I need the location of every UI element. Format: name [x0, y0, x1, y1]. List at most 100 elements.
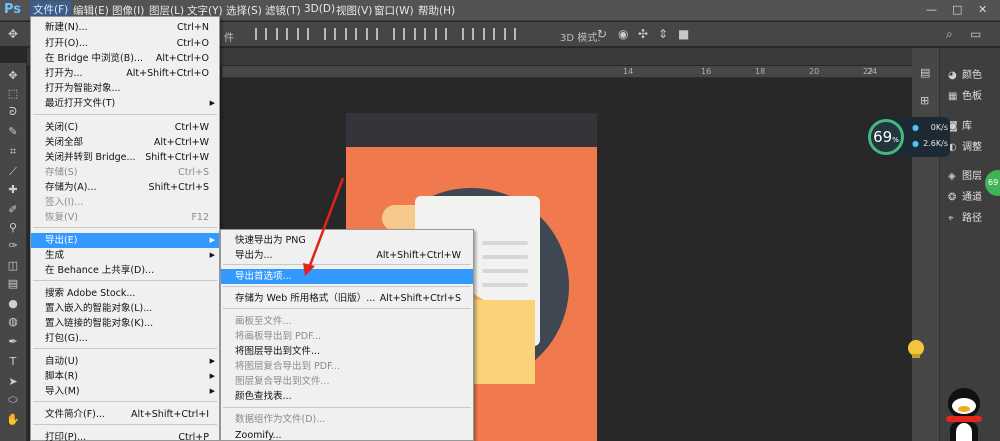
blur-tool-icon[interactable]: ●	[5, 297, 21, 311]
menu-3d[interactable]: 3D(D)	[304, 3, 335, 15]
export-menu-item-layers-to-files[interactable]: 将图层导出到文件...	[221, 344, 473, 359]
export-menu-item-artboards-to-pdf[interactable]: 将画板导出到 PDF...	[221, 329, 473, 344]
submenu-arrow-icon: ▶	[209, 357, 215, 365]
file-menu-item-export[interactable]: 导出(E) ▶	[31, 233, 219, 248]
export-menu-item-artboards-to-files[interactable]: 画板至文件...	[221, 314, 473, 329]
search-icon[interactable]: ⌕	[946, 27, 953, 42]
file-menu-item-automate[interactable]: 自动(U) ▶	[31, 354, 219, 369]
file-menu-item-close-all[interactable]: 关闭全部 Alt+Ctrl+W	[31, 135, 219, 150]
distribute-top-icon[interactable]	[393, 28, 405, 40]
maximize-button[interactable]: □	[952, 3, 962, 16]
file-menu-item-save[interactable]: 存储(S) Ctrl+S	[31, 165, 219, 180]
file-menu-item-share-behance[interactable]: 在 Behance 上共享(D)...	[31, 263, 219, 278]
export-menu-item-export-as[interactable]: 导出为... Alt+Shift+Ctrl+W	[221, 248, 473, 263]
align-top-icon[interactable]	[324, 28, 336, 40]
export-menu-item-layer-comps-to-files[interactable]: 图层复合导出到文件...	[221, 374, 473, 389]
crop-tool-icon[interactable]: ⌗	[5, 145, 21, 159]
file-menu-item-open[interactable]: 打开(O)... Ctrl+O	[31, 36, 219, 51]
panel-channels[interactable]: ❂ 通道	[948, 188, 982, 203]
panel-arrange-icon[interactable]: ▤	[920, 66, 930, 79]
distribute-bottom-icon[interactable]	[435, 28, 447, 40]
export-menu-item-color-lookup-tables[interactable]: 颜色查找表...	[221, 389, 473, 404]
quick-select-tool-icon[interactable]: ✎	[5, 125, 21, 139]
gradient-tool-icon[interactable]: ▤	[5, 277, 21, 291]
file-menu-item-scripts[interactable]: 脚本(R) ▶	[31, 369, 219, 384]
file-menu-item-close[interactable]: 关闭(C) Ctrl+W	[31, 120, 219, 135]
align-left-icon[interactable]	[255, 28, 267, 40]
file-menu-item-print[interactable]: 打印(P)... Ctrl+P	[31, 430, 219, 441]
file-menu-item-import[interactable]: 导入(M) ▶	[31, 384, 219, 399]
3d-scale-icon[interactable]: ■	[678, 27, 689, 41]
file-menu-item-package[interactable]: 打包(G)...	[31, 331, 219, 346]
file-menu-item-recent-files[interactable]: 最近打开文件(T) ▶	[31, 96, 219, 111]
align-middle-icon[interactable]	[345, 28, 357, 40]
export-menu-item-zoomify[interactable]: Zoomify...	[221, 428, 473, 441]
file-menu-item-open-smart-object[interactable]: 打开为智能对象...	[31, 81, 219, 96]
hand-tool-icon[interactable]: ✋	[5, 413, 21, 427]
properties-icon[interactable]: ⊞	[920, 94, 929, 107]
dodge-tool-icon[interactable]: ◍	[5, 315, 21, 329]
pen-tool-icon[interactable]: ✒	[5, 335, 21, 349]
type-tool-icon[interactable]: T	[5, 355, 21, 369]
distribute-middle-icon[interactable]	[414, 28, 426, 40]
file-menu-item-place-embedded[interactable]: 置入嵌入的智能对象(L)...	[31, 301, 219, 316]
align-center-icon[interactable]	[276, 28, 288, 40]
align-right-icon[interactable]	[297, 28, 309, 40]
history-brush-tool-icon[interactable]: ✑	[5, 239, 21, 253]
path-select-tool-icon[interactable]: ➤	[5, 375, 21, 389]
export-menu-item-quick-export-png[interactable]: 快速导出为 PNG	[221, 233, 473, 248]
file-menu-item-new[interactable]: 新建(N)... Ctrl+N	[31, 20, 219, 35]
menu-item-label: 画板至文件...	[235, 316, 292, 327]
workspace-icon[interactable]: ▭	[970, 27, 981, 41]
3d-rotate-icon[interactable]: ↻	[597, 27, 607, 41]
distribute-left-icon[interactable]	[462, 28, 474, 40]
qq-penguin-icon[interactable]	[944, 388, 984, 441]
file-menu-item-close-go-bridge[interactable]: 关闭并转到 Bridge... Shift+Ctrl+W	[31, 150, 219, 165]
file-menu-item-generate[interactable]: 生成 ▶	[31, 248, 219, 263]
marquee-tool-icon[interactable]: ⬚	[5, 87, 21, 101]
file-menu-item-revert[interactable]: 恢复(V) F12	[31, 210, 219, 225]
export-menu-item-export-preferences[interactable]: 导出首选项...	[221, 269, 473, 284]
file-menu-item-open-as[interactable]: 打开为... Alt+Shift+Ctrl+O	[31, 66, 219, 81]
file-menu-item-browse-bridge[interactable]: 在 Bridge 中浏览(B)... Alt+Ctrl+O	[31, 51, 219, 66]
file-menu-item-check-in[interactable]: 签入(I)...	[31, 195, 219, 210]
3d-roll-icon[interactable]: ◉	[618, 27, 628, 41]
distribute-right-icon[interactable]	[504, 28, 516, 40]
distribute-center-icon[interactable]	[483, 28, 495, 40]
panel-swatches[interactable]: ▦ 色板	[948, 87, 982, 102]
shape-tool-icon[interactable]: ⬭	[5, 393, 21, 407]
panel-color[interactable]: ◕ 颜色	[948, 66, 982, 81]
lasso-tool-icon[interactable]: ᘐ	[5, 105, 21, 119]
eyedropper-tool-icon[interactable]: ⟋	[5, 165, 21, 179]
file-menu-item-file-info[interactable]: 文件简介(F)... Alt+Shift+Ctrl+I	[31, 407, 219, 422]
align-bottom-icon[interactable]	[366, 28, 378, 40]
menu-item-label: 存储为(A)...	[45, 182, 97, 193]
minimize-button[interactable]: —	[926, 3, 937, 16]
menu-help[interactable]: 帮助(H)	[418, 3, 455, 18]
export-menu-item-layer-comps-to-pdf[interactable]: 将图层复合导出到 PDF...	[221, 359, 473, 374]
menu-window[interactable]: 窗口(W)	[374, 3, 414, 18]
clone-stamp-tool-icon[interactable]: ⚲	[5, 221, 21, 235]
healing-tool-icon[interactable]: ✚	[5, 183, 21, 197]
3d-slide-icon[interactable]: ⇕	[658, 27, 668, 41]
artwork-text-line	[482, 269, 528, 273]
file-menu-item-place-linked[interactable]: 置入链接的智能对象(K)...	[31, 316, 219, 331]
panel-layers[interactable]: ◈ 图层	[948, 167, 982, 182]
3d-pan-icon[interactable]: ✣	[638, 27, 648, 41]
file-menu-item-save-as[interactable]: 存储为(A)... Shift+Ctrl+S	[31, 180, 219, 195]
close-button[interactable]: ✕	[978, 3, 987, 16]
panel-paths[interactable]: ⌖ 路径	[948, 209, 982, 224]
brush-tool-icon[interactable]: ✐	[5, 203, 21, 217]
eraser-tool-icon[interactable]: ◫	[5, 259, 21, 273]
export-menu-item-save-for-web[interactable]: 存储为 Web 所用格式（旧版）... Alt+Shift+Ctrl+S	[221, 291, 473, 306]
file-menu-item-search-stock[interactable]: 搜索 Adobe Stock...	[31, 286, 219, 301]
move-tool-icon[interactable]: ✥	[5, 69, 21, 83]
panel-libraries[interactable]: ◙ 库	[948, 117, 972, 132]
menu-select[interactable]: 选择(S)	[226, 3, 262, 18]
menu-item-shortcut: Ctrl+O	[176, 38, 209, 49]
export-menu-item-data-sets-as-files[interactable]: 数据组作为文件(D)...	[221, 412, 473, 427]
menu-filter[interactable]: 滤镜(T)	[265, 3, 301, 18]
panel-adjustments[interactable]: ◐ 调整	[948, 138, 982, 153]
lightbulb-icon[interactable]	[908, 340, 924, 358]
menu-view[interactable]: 视图(V)	[336, 3, 372, 18]
